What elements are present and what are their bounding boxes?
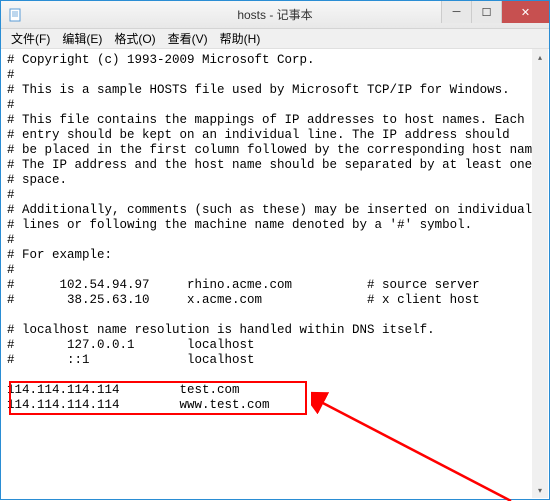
menu-edit[interactable]: 编辑(E)	[56, 28, 108, 49]
menubar: 文件(F) 编辑(E) 格式(O) 查看(V) 帮助(H)	[1, 29, 549, 49]
menu-help[interactable]: 帮助(H)	[214, 28, 267, 49]
menu-format[interactable]: 格式(O)	[108, 28, 161, 49]
window-title: hosts - 记事本	[237, 6, 312, 23]
window-controls: ─ ☐ ✕	[441, 1, 549, 23]
text-editor-area[interactable]: # Copyright (c) 1993-2009 Microsoft Corp…	[1, 49, 549, 501]
annotation-arrow	[311, 391, 531, 501]
notepad-icon	[7, 7, 23, 23]
menu-file[interactable]: 文件(F)	[5, 28, 56, 49]
close-button[interactable]: ✕	[501, 1, 549, 23]
vertical-scrollbar[interactable]: ▴ ▾	[532, 49, 548, 498]
scroll-down-icon[interactable]: ▾	[532, 482, 548, 498]
scroll-up-icon[interactable]: ▴	[532, 49, 548, 65]
menu-view[interactable]: 查看(V)	[162, 28, 214, 49]
maximize-button[interactable]: ☐	[471, 1, 501, 23]
minimize-button[interactable]: ─	[441, 1, 471, 23]
titlebar: hosts - 记事本 ─ ☐ ✕	[1, 1, 549, 29]
file-content: # Copyright (c) 1993-2009 Microsoft Corp…	[7, 53, 547, 412]
